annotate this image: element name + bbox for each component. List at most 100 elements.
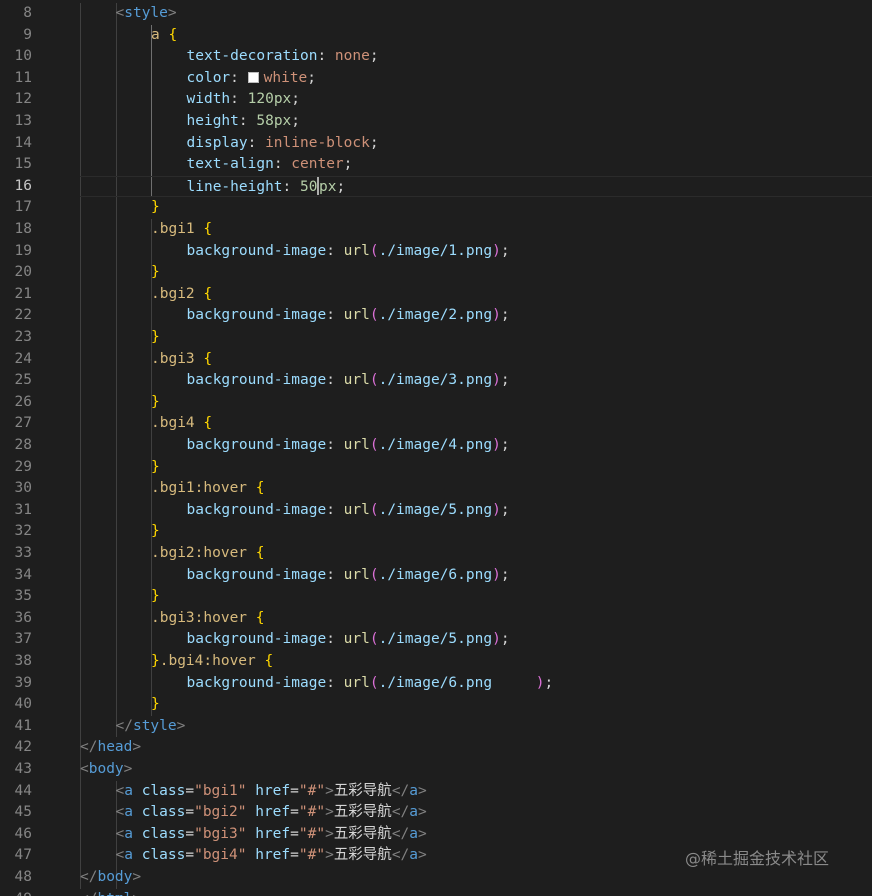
- line-number: 23: [14, 329, 32, 345]
- code-line[interactable]: }: [80, 457, 872, 479]
- code-line[interactable]: .bgi3:hover {: [80, 608, 872, 630]
- line-number: 30: [14, 480, 32, 497]
- code-area[interactable]: <style> a {text-decoration: none; color: w…: [80, 0, 872, 896]
- code-token: >: [325, 804, 334, 821]
- code-token: ;: [500, 307, 510, 324]
- code-token: {: [203, 350, 213, 367]
- code-token: ;: [500, 566, 510, 583]
- code-line[interactable]: background-image: url(./image/6.png);: [80, 565, 872, 587]
- color-swatch[interactable]: [247, 71, 259, 83]
- line-number: 45: [14, 804, 32, 821]
- code-token: body: [97, 869, 133, 885]
- code-line[interactable]: </head>: [80, 737, 872, 759]
- code-line[interactable]: background-image: url(./image/5.png);: [80, 629, 872, 651]
- code-token: background-image: [186, 307, 327, 324]
- code-token: >: [325, 847, 334, 864]
- line-number: 8: [23, 5, 32, 21]
- code-line[interactable]: line-height: 50 px;: [80, 175, 872, 198]
- line-number: 46: [14, 825, 32, 842]
- code-line[interactable]: }: [80, 327, 872, 349]
- code-token: a: [409, 804, 419, 821]
- code-token: text-align: [186, 156, 274, 173]
- line-number: 38: [14, 653, 32, 669]
- code-line[interactable]: </html>: [80, 889, 872, 896]
- code-line[interactable]: .bgi3 {: [80, 349, 872, 371]
- line-number: 13: [14, 113, 32, 129]
- code-token: {: [255, 545, 265, 561]
- code-line[interactable]: }.bgi4:hover {: [80, 651, 872, 673]
- code-line[interactable]: height: 58px;: [80, 111, 872, 133]
- code-token: ./image/6.png: [378, 674, 536, 691]
- code-token: .bgi3: [151, 350, 204, 367]
- code-line[interactable]: <a class="bgi1" href="#">五彩导航</a>: [80, 781, 872, 803]
- code-line[interactable]: </body>: [80, 867, 872, 889]
- code-line[interactable]: }: [80, 586, 872, 608]
- code-token: :: [273, 156, 292, 173]
- code-token: ./image/2.png: [378, 307, 493, 324]
- code-line[interactable]: }: [80, 392, 872, 414]
- line-number: 24: [14, 350, 32, 367]
- code-line[interactable]: color: white;: [80, 68, 872, 90]
- line-number: 41: [14, 717, 32, 734]
- code-token: (: [369, 566, 379, 583]
- code-token: >: [325, 825, 334, 842]
- line-number: 16: [14, 177, 32, 194]
- code-token: ./image/5.png: [378, 501, 493, 518]
- code-token: (: [369, 501, 379, 518]
- code-line[interactable]: </style>: [80, 716, 872, 738]
- code-token: :: [247, 134, 266, 151]
- line-number: 48: [14, 869, 32, 885]
- code-token: url: [343, 307, 370, 324]
- code-line[interactable]: background-image: url(./image/2.png);: [80, 305, 872, 327]
- code-token: style: [124, 5, 168, 21]
- code-token: {: [255, 480, 265, 497]
- code-line[interactable]: background-image: url(./image/5.png);: [80, 500, 872, 522]
- code-line[interactable]: <style>: [80, 3, 872, 25]
- code-token: "bgi1": [194, 782, 247, 799]
- code-token: }: [151, 588, 160, 605]
- code-line[interactable]: a {: [80, 25, 872, 47]
- code-token: =: [185, 804, 195, 821]
- code-token: ;: [369, 134, 379, 151]
- line-number: 18: [14, 221, 32, 237]
- code-token: 120px: [247, 91, 292, 108]
- code-editor[interactable]: 8 9 10 11 12 13 14 15 16 17 18 19 20 21 22 23 24 25 26 27 28…: [0, 0, 872, 896]
- code-token: text-decoration: [186, 48, 318, 65]
- code-line[interactable]: text-align: center;: [80, 154, 872, 176]
- code-line[interactable]: .bgi1 {: [80, 219, 872, 241]
- code-line[interactable]: <a class="bgi3" href="#">五彩导航</a>: [80, 824, 872, 846]
- code-line[interactable]: }: [80, 197, 872, 219]
- code-token: background-image: [186, 437, 327, 453]
- code-token: url: [343, 437, 370, 453]
- code-line[interactable]: background-image: url(./image/1.png);: [80, 241, 872, 263]
- code-line[interactable]: }: [80, 521, 872, 543]
- code-line[interactable]: .bgi2:hover {: [80, 543, 872, 565]
- code-token: :: [317, 48, 335, 65]
- code-line[interactable]: .bgi4 {: [80, 413, 872, 435]
- code-token: background-image: [186, 674, 327, 691]
- code-line[interactable]: <body>: [80, 759, 872, 781]
- code-line[interactable]: display: inline-block;: [80, 133, 872, 155]
- code-line[interactable]: text-decoration: none;: [80, 46, 872, 68]
- code-token: html: [97, 891, 132, 896]
- code-line[interactable]: .bgi2 {: [80, 284, 872, 306]
- code-line[interactable]: }: [80, 262, 872, 284]
- code-line[interactable]: background-image: url(./image/3.png);: [80, 370, 872, 392]
- code-token: :: [326, 501, 344, 518]
- code-token: ;: [544, 674, 554, 691]
- code-line[interactable]: background-image: url(./image/6.png );: [80, 673, 872, 695]
- code-token: :: [282, 178, 300, 195]
- code-token: ;: [369, 48, 379, 65]
- line-number: 35: [14, 588, 32, 605]
- code-line[interactable]: <a class="bgi2" href="#">五彩导航</a>: [80, 802, 872, 824]
- code-token: ./image/3.png: [378, 372, 493, 389]
- code-line[interactable]: }: [80, 694, 872, 716]
- code-token: style: [132, 717, 177, 734]
- code-line[interactable]: .bgi1:hover {: [80, 478, 872, 500]
- line-number: 28: [14, 437, 32, 453]
- code-line[interactable]: width: 120px;: [80, 89, 872, 111]
- code-token: (: [369, 674, 379, 691]
- code-token: >: [132, 739, 142, 756]
- code-line[interactable]: background-image: url(./image/4.png);: [80, 435, 872, 457]
